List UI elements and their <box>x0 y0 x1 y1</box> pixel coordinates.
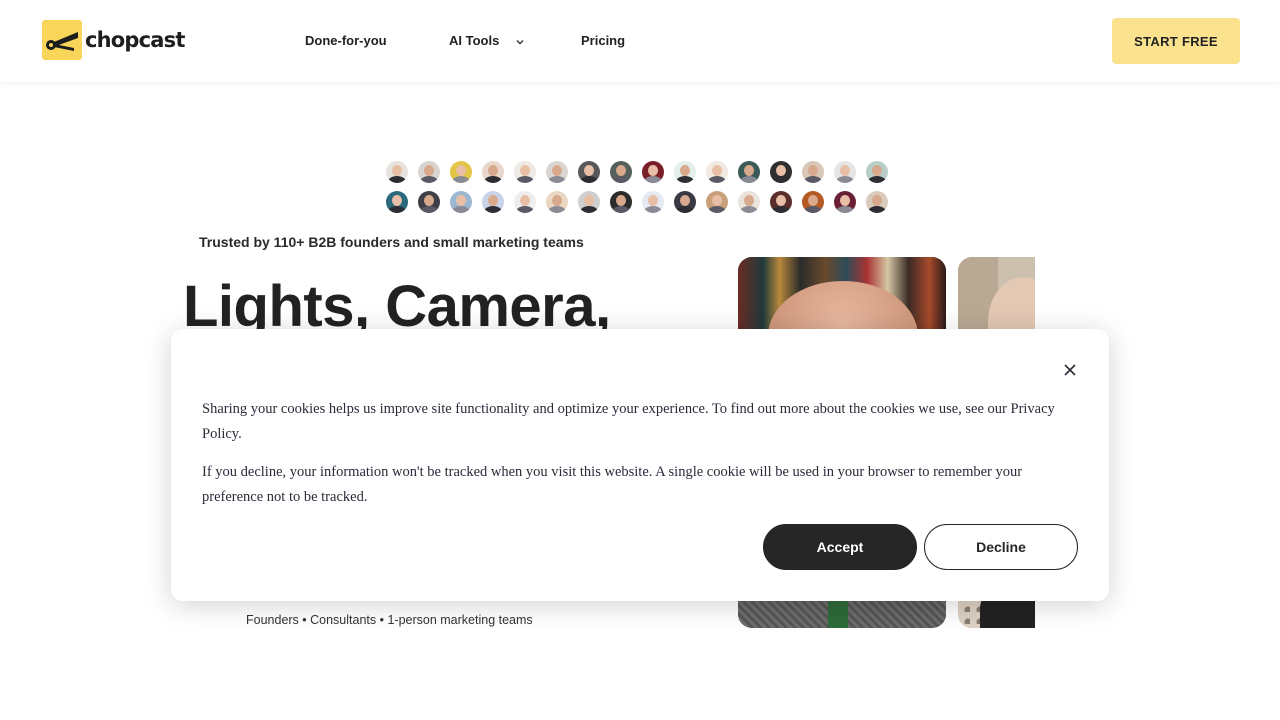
avatar <box>482 161 504 183</box>
avatar <box>802 191 824 213</box>
avatar <box>802 161 824 183</box>
avatar <box>770 191 792 213</box>
nav-pricing[interactable]: Pricing <box>581 33 625 48</box>
avatar <box>546 191 568 213</box>
avatar <box>546 161 568 183</box>
logo[interactable]: chopcast <box>42 20 185 60</box>
avatar <box>418 161 440 183</box>
avatar <box>738 161 760 183</box>
avatar <box>674 191 696 213</box>
avatar <box>738 191 760 213</box>
avatar <box>450 161 472 183</box>
avatar <box>834 161 856 183</box>
nav-ai-tools-label: AI Tools <box>449 33 500 48</box>
chevron-down-icon <box>516 39 524 45</box>
accept-cookies-button[interactable]: Accept <box>763 524 917 570</box>
avatar <box>610 191 632 213</box>
close-cookie-button[interactable] <box>1059 359 1081 381</box>
avatar <box>578 191 600 213</box>
audience-text: Founders • Consultants • 1-person market… <box>246 613 533 627</box>
nav-ai-tools[interactable]: AI Tools <box>449 33 525 48</box>
logo-text: chopcast <box>85 28 185 52</box>
avatar <box>642 191 664 213</box>
avatar <box>674 161 696 183</box>
customer-avatars <box>386 161 906 221</box>
avatar <box>450 191 472 213</box>
cookie-paragraph-2: If you decline, your information won't b… <box>202 464 1023 505</box>
avatar <box>834 191 856 213</box>
avatar <box>866 191 888 213</box>
site-header: chopcast Done-for-you AI Tools Pricing S… <box>0 0 1280 82</box>
close-icon <box>1064 364 1076 376</box>
nav-done-for-you[interactable]: Done-for-you <box>305 33 387 48</box>
avatar-row-2 <box>386 191 906 213</box>
avatar <box>514 191 536 213</box>
decline-cookies-button[interactable]: Decline <box>924 524 1078 570</box>
avatar <box>514 161 536 183</box>
avatar <box>642 161 664 183</box>
avatar <box>418 191 440 213</box>
avatar <box>706 191 728 213</box>
avatar <box>706 161 728 183</box>
chopcast-logo-icon <box>42 20 82 60</box>
cookie-paragraph-1: Sharing your cookies helps us improve si… <box>202 401 1055 442</box>
trusted-by-text: Trusted by 110+ B2B founders and small m… <box>199 234 584 250</box>
avatar <box>578 161 600 183</box>
avatar <box>386 191 408 213</box>
avatar <box>482 191 504 213</box>
avatar <box>386 161 408 183</box>
avatar <box>770 161 792 183</box>
avatar <box>610 161 632 183</box>
start-free-button[interactable]: START FREE <box>1112 18 1240 64</box>
avatar-row-1 <box>386 161 906 183</box>
avatar <box>866 161 888 183</box>
cookie-consent-dialog: Sharing your cookies helps us improve si… <box>171 329 1109 601</box>
